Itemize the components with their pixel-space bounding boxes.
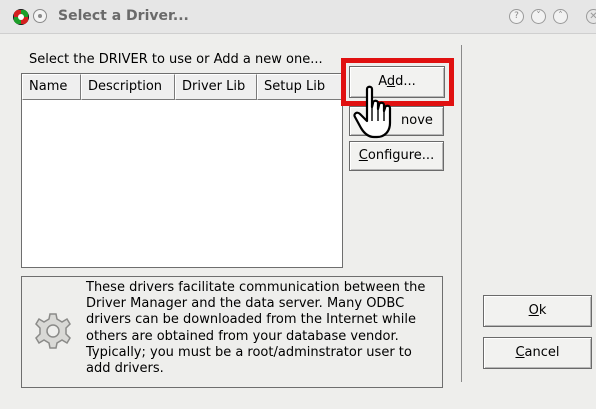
ok-button[interactable]: Ok	[483, 295, 592, 327]
info-line: others are obtained from your database v…	[86, 328, 399, 344]
info-line: These drivers facilitate communication b…	[86, 280, 426, 295]
info-line: drivers can be downloaded from the Inter…	[86, 312, 416, 328]
info-line: add drivers.	[86, 361, 164, 377]
driver-list[interactable]: Name Description Driver Lib Setup Lib	[21, 73, 343, 268]
title-bar[interactable]: Select a Driver... ? ˅ ˄ ✕	[0, 0, 596, 34]
info-text: These drivers facilitate communication b…	[86, 280, 446, 377]
window-title: Select a Driver...	[58, 8, 189, 24]
column-description[interactable]: Description	[81, 74, 175, 100]
cancel-label: ancel	[524, 345, 560, 360]
configure-mnemonic: C	[358, 148, 368, 163]
ok-label: k	[538, 303, 547, 318]
sticky-icon[interactable]	[33, 9, 47, 23]
select-driver-window: Select a Driver... ? ˅ ˄ ✕ Select the DR…	[0, 0, 596, 409]
hand-cursor-icon	[353, 85, 392, 139]
column-name[interactable]: Name	[22, 74, 81, 100]
column-setup-lib[interactable]: Setup Lib	[257, 74, 342, 100]
info-line: Typically; you must be a root/adminstrat…	[86, 344, 412, 360]
configure-button[interactable]: Configure...	[349, 141, 444, 171]
cancel-mnemonic: C	[515, 345, 525, 360]
info-line: Driver Manager and the data server. Many…	[86, 296, 405, 312]
gear-icon	[35, 313, 71, 349]
odbc-app-icon[interactable]	[13, 9, 29, 25]
list-header: Name Description Driver Lib Setup Lib	[22, 74, 342, 100]
driver-prompt: Select the DRIVER to use or Add a new on…	[29, 52, 323, 67]
maximize-icon[interactable]: ˄	[553, 9, 568, 24]
help-icon[interactable]: ?	[509, 9, 524, 24]
column-driver-lib[interactable]: Driver Lib	[175, 74, 257, 100]
remove-label: nove	[401, 113, 433, 128]
close-icon[interactable]: ✕	[586, 9, 596, 24]
minimize-icon[interactable]: ˅	[531, 9, 546, 24]
vertical-divider	[461, 45, 462, 382]
configure-label: onfigure...	[367, 148, 435, 163]
ok-mnemonic: O	[528, 303, 539, 318]
cancel-button[interactable]: Cancel	[483, 337, 592, 369]
